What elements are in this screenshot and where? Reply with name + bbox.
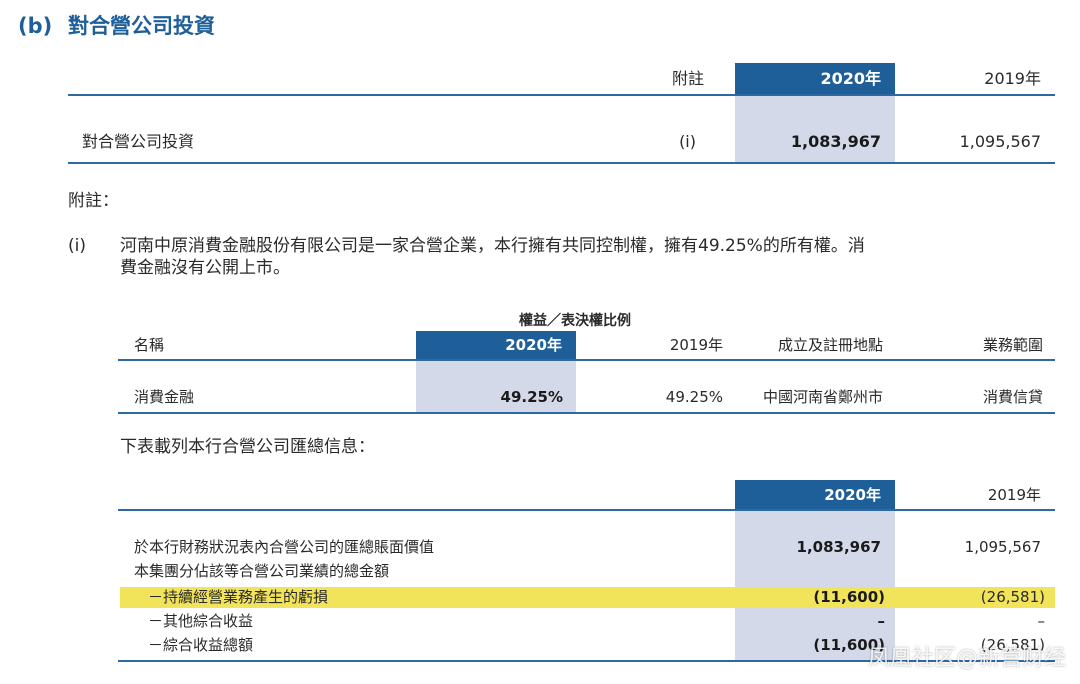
table1-row-label: 對合營公司投資 bbox=[82, 132, 195, 151]
table3-row-label: －綜合收益總額 bbox=[148, 636, 254, 654]
table3-row-2019: – bbox=[1037, 612, 1046, 630]
table2-group-header: 權益／表決權比例 bbox=[519, 313, 631, 329]
table1-row-note: (i) bbox=[679, 132, 696, 151]
note-line-1: 河南中原消費金融股份有限公司是一家合營企業，本行擁有共同控制權，擁有49.25%… bbox=[120, 236, 865, 256]
note-marker: (i) bbox=[68, 236, 86, 256]
table2-header-name: 名稱 bbox=[134, 336, 165, 354]
table2-row-place: 中國河南省鄭州市 bbox=[762, 388, 883, 406]
table3-row-label: 於本行財務狀況表內合營公司的匯總賬面價值 bbox=[134, 538, 435, 556]
table1-row-2020: 1,083,967 bbox=[790, 132, 881, 151]
table3-header-2019: 2019年 bbox=[987, 486, 1041, 504]
table1-shade-2020 bbox=[735, 94, 895, 163]
table1-bottom-rule bbox=[68, 162, 1055, 164]
table2-header-rule bbox=[118, 359, 1055, 361]
table2-row-business: 消費信貸 bbox=[982, 388, 1043, 406]
section-title: 對合營公司投資 bbox=[68, 14, 215, 38]
table3-row-2020: – bbox=[877, 612, 886, 630]
table3-row-label: 本集團分佔該等合營公司業績的總金額 bbox=[134, 562, 390, 580]
section-label: (b) bbox=[18, 14, 53, 38]
table3-row-2020: 1,083,967 bbox=[796, 538, 881, 556]
table2-header-2020: 2020年 bbox=[505, 336, 562, 354]
table2-header-business: 業務範圍 bbox=[982, 336, 1043, 354]
table3-row-label: －其他綜合收益 bbox=[148, 612, 254, 630]
table3-row-2019: (26,581) bbox=[980, 588, 1045, 606]
table3-row-2019: 1,095,567 bbox=[964, 538, 1041, 556]
table2-header-2019: 2019年 bbox=[669, 336, 723, 354]
table1-header-note: 附註 bbox=[671, 69, 704, 88]
table3-row-2020: (11,600) bbox=[813, 636, 885, 654]
watermark: 凤凰社区@新营财经 bbox=[867, 646, 1066, 671]
table2-header-place: 成立及註冊地點 bbox=[777, 336, 883, 354]
table1-header-2019: 2019年 bbox=[984, 69, 1041, 88]
table1-row-2019: 1,095,567 bbox=[959, 132, 1041, 151]
section-heading: (b) 對合營公司投資 bbox=[18, 10, 215, 40]
table3-row-label: －持續經營業務產生的虧損 bbox=[148, 588, 329, 606]
table3-row-2020: (11,600) bbox=[813, 588, 885, 606]
table2-row-2019: 49.25% bbox=[665, 388, 723, 406]
table3-header-rule bbox=[118, 509, 1055, 511]
table2-bottom-rule bbox=[118, 412, 1055, 414]
table1-header-2020: 2020年 bbox=[820, 69, 881, 88]
note-line-2: 費金融沒有公開上市。 bbox=[120, 258, 290, 278]
table3-header-2020: 2020年 bbox=[824, 486, 881, 504]
table2-row-2020: 49.25% bbox=[500, 388, 563, 406]
table1-header-rule bbox=[68, 94, 1055, 96]
table2-row-name: 消費金融 bbox=[134, 388, 195, 406]
summary-intro: 下表載列本行合營公司匯總信息： bbox=[120, 437, 375, 457]
notes-title: 附註： bbox=[68, 191, 119, 211]
